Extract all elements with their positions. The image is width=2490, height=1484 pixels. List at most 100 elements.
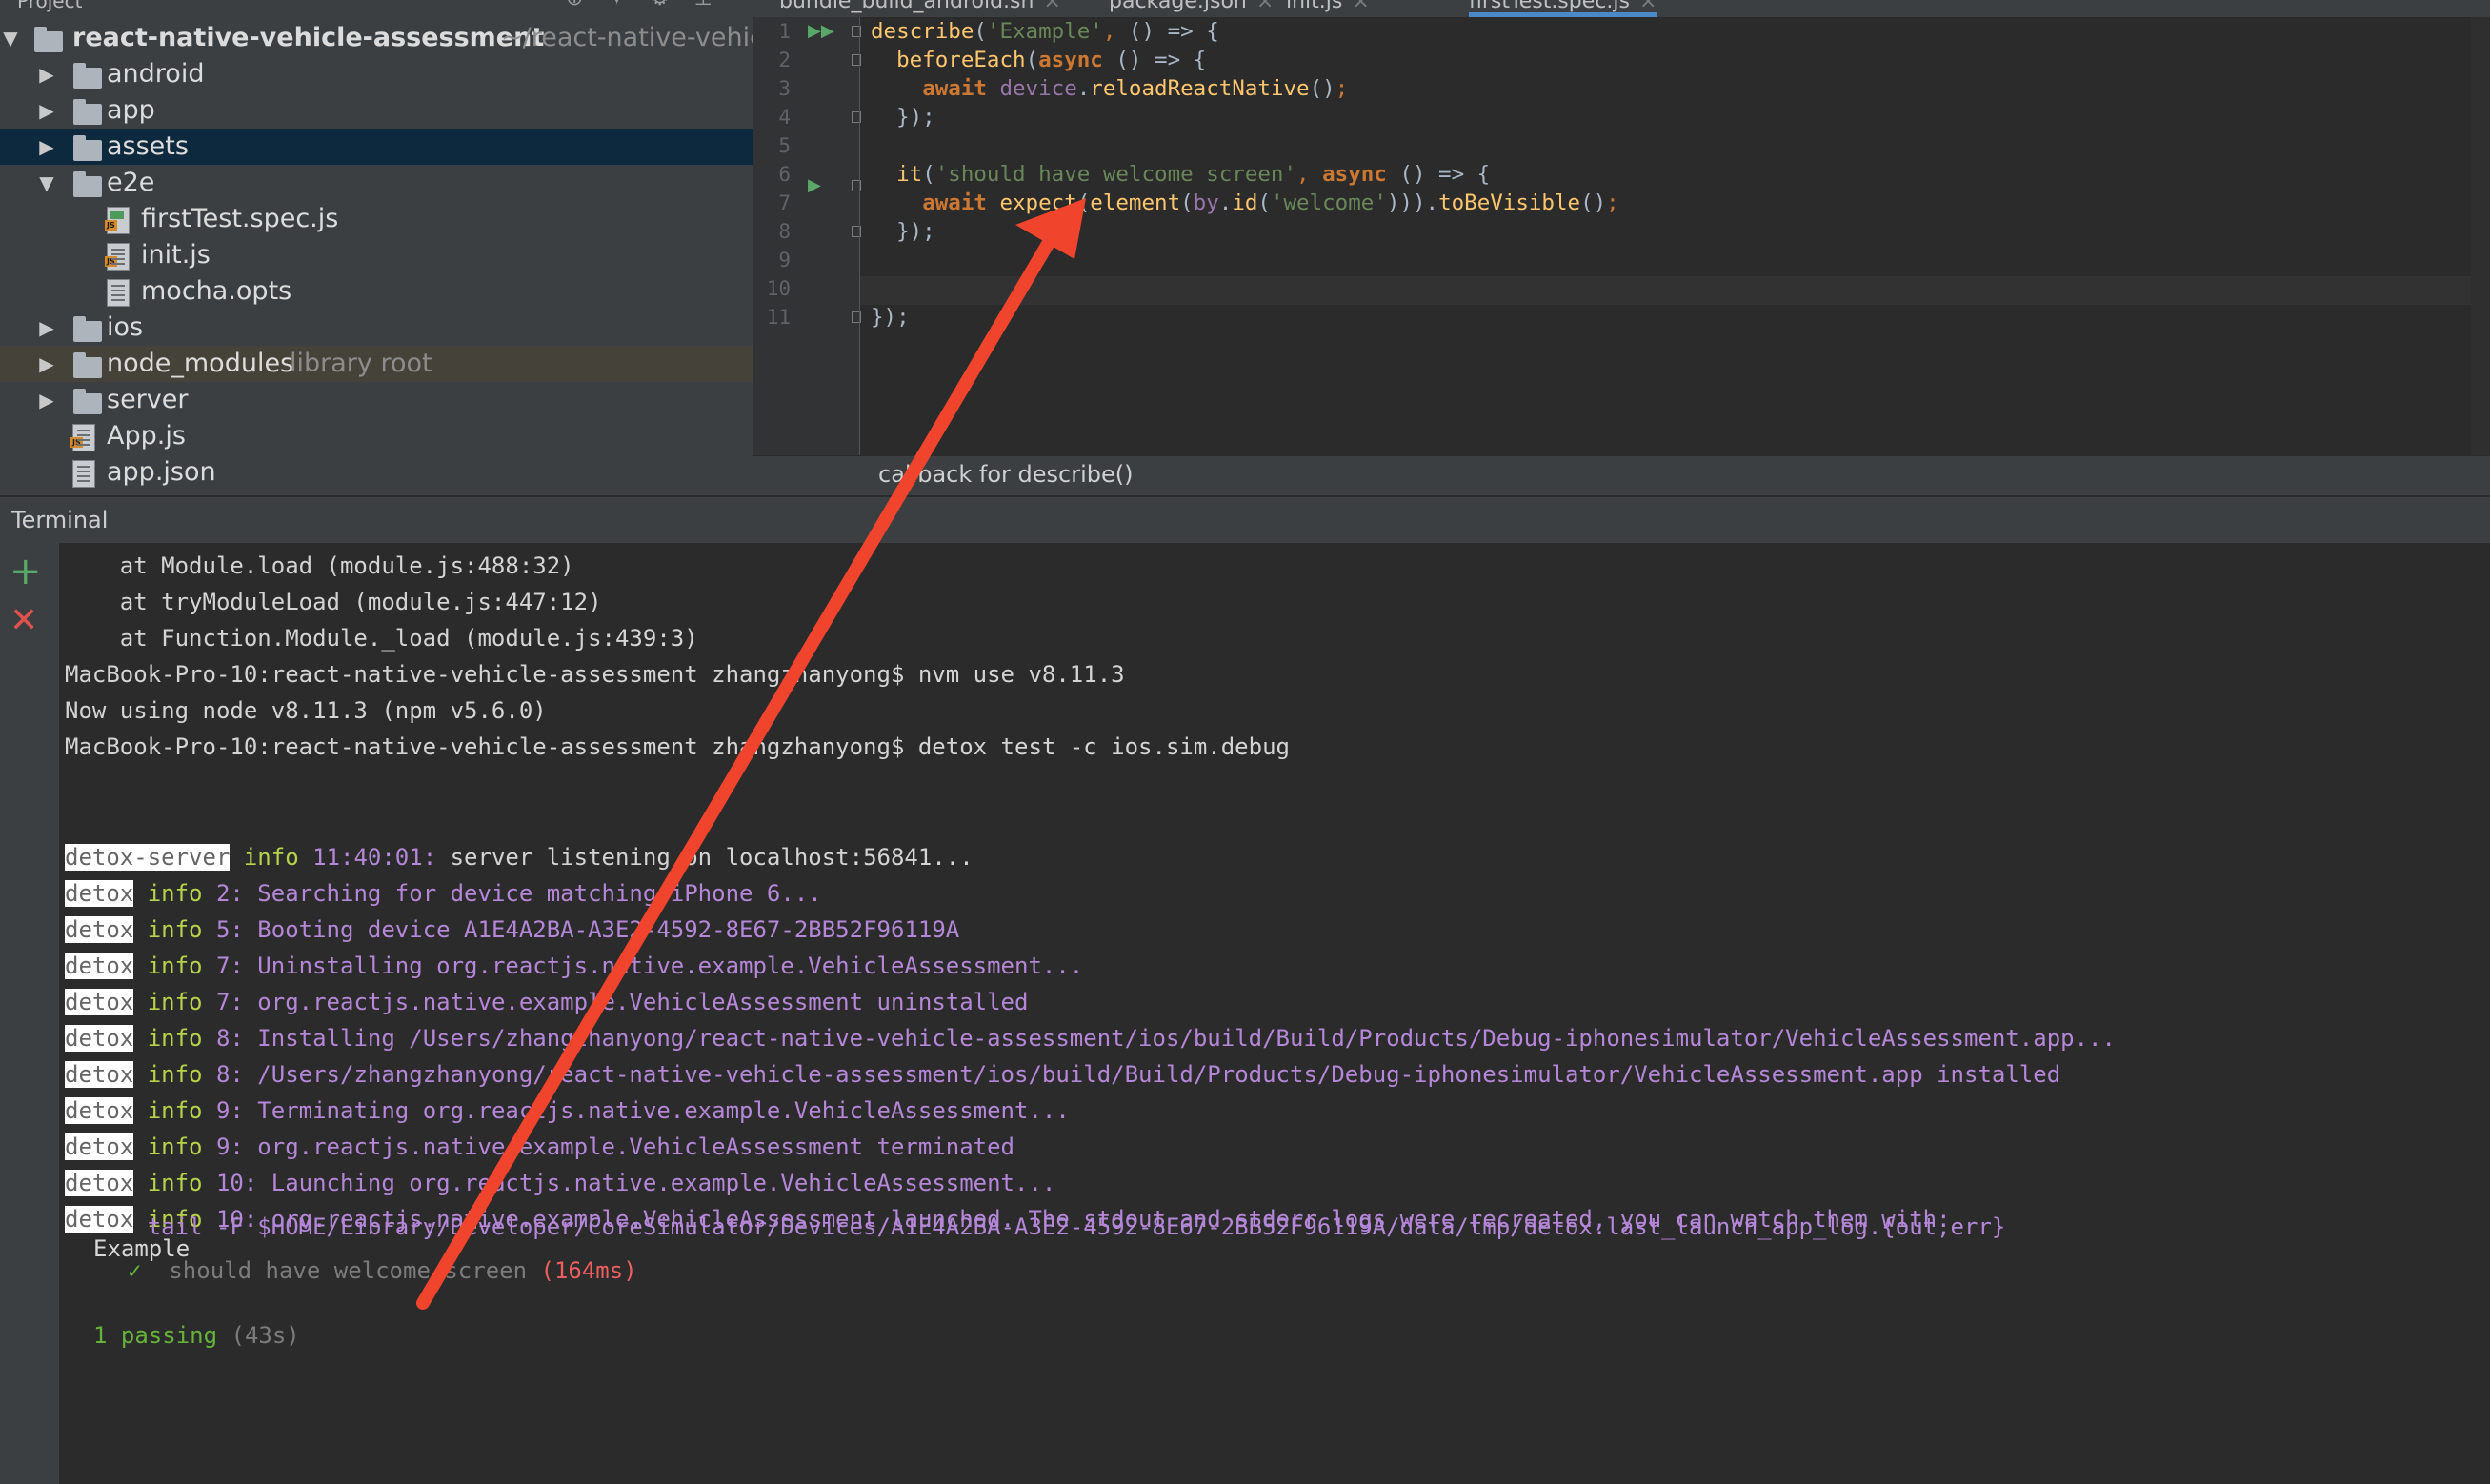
tree-item-mocha-opts[interactable]: mocha.opts [0, 273, 753, 310]
chevron-right-icon[interactable]: ▶ [36, 310, 57, 346]
tree-item-label: ios [107, 312, 144, 342]
editor-scrollbar[interactable] [2471, 17, 2490, 455]
line-number: 10 [766, 277, 791, 300]
chevron-down-icon[interactable]: ▼ [0, 20, 21, 56]
tree-item-label: App.js [107, 421, 186, 451]
tab-bundle-build-android[interactable]: bundle_build_android.sh × [779, 0, 1061, 17]
log-badge: detox [65, 1170, 134, 1196]
log-badge: detox-server [65, 844, 231, 871]
line-number: 9 [778, 249, 791, 271]
js-file-icon: JS [70, 424, 95, 451]
project-header: Project ⊕✦⚙⊥ [0, 0, 753, 13]
test-result-line: ✓ should have welcome screen (164ms) [128, 1257, 637, 1284]
run-all-icon[interactable]: ▶▶ [808, 21, 834, 41]
terminal-title[interactable]: Terminal [11, 507, 108, 533]
tab-package-json[interactable]: package.json × [1109, 0, 1274, 17]
tree-root-name: react-native-vehicle-assessment [72, 23, 545, 52]
chevron-right-icon[interactable]: ▶ [36, 92, 57, 129]
code-line-6: it('should have welcome screen', async (… [896, 162, 1491, 187]
detox-log-line: detox info 9: org.reactjs.native.example… [65, 1133, 1015, 1160]
breadcrumb: callback for describe() [753, 455, 2490, 495]
close-icon[interactable]: × [1639, 0, 1657, 13]
folder-icon [73, 352, 102, 378]
tree-item-e2e[interactable]: ▼ e2e [0, 165, 753, 201]
log-badge: detox [65, 1061, 134, 1088]
line-number: 6 [778, 163, 791, 186]
tail-command-line: tail -F $HOME/Library/Developer/CoreSimu… [65, 1213, 2006, 1240]
editor-gutter: 1 2 3 4 5 6 7 8 9 10 11 ▶▶ ▶ [753, 17, 861, 455]
close-icon[interactable]: × [1352, 0, 1369, 13]
chevron-right-icon[interactable]: ▶ [36, 382, 57, 418]
breadcrumb-text[interactable]: callback for describe() [878, 461, 1134, 488]
caret-line-highlight [860, 276, 2490, 305]
text-file-icon [107, 279, 130, 307]
tree-item-label: server [107, 385, 189, 414]
tree-item-android[interactable]: ▶ android [0, 56, 753, 92]
tree-item-label: node_modules [107, 349, 294, 378]
json-file-icon [72, 460, 95, 488]
tree-item-label: android [107, 59, 205, 89]
detox-log-line: detox info 9: Terminating org.reactjs.na… [65, 1097, 1070, 1124]
line-number: 4 [778, 106, 791, 129]
line-number: 3 [778, 77, 791, 100]
terminal-line: MacBook-Pro-10:react-native-vehicle-asse… [65, 661, 1125, 688]
tree-item-label: e2e [107, 168, 155, 197]
chevron-right-icon[interactable]: ▶ [36, 346, 57, 382]
add-icon[interactable]: + [10, 552, 42, 591]
tree-item-label: app [107, 95, 155, 125]
terminal-output[interactable]: at Module.load (module.js:488:32) at try… [59, 543, 2490, 1484]
chevron-down-icon[interactable]: ▼ [36, 165, 57, 201]
tree-item-server[interactable]: ▶ server [0, 382, 753, 418]
project-toolbar-icons[interactable]: ⊕✦⚙⊥ [566, 0, 737, 10]
tree-root[interactable]: ▼ react-native-vehicle-assessment ~/reac… [0, 20, 753, 56]
folder-icon [73, 316, 102, 342]
terminal-line: MacBook-Pro-10:react-native-vehicle-asse… [65, 733, 1290, 760]
tree-item-app-json[interactable]: app.json [0, 454, 753, 491]
tab-first-test-spec[interactable]: firstTest.spec.js × [1469, 0, 1657, 17]
folder-icon [73, 135, 102, 161]
gutter-divider [859, 17, 860, 455]
tree-item-label: app.json [107, 457, 216, 487]
log-badge: detox [65, 1097, 134, 1124]
project-panel: Project ⊕✦⚙⊥ ▼ react-native-vehicle-asse… [0, 0, 753, 495]
tree-item-app-js[interactable]: JS App.js [0, 418, 753, 454]
chevron-right-icon[interactable]: ▶ [36, 129, 57, 165]
log-badge: detox [65, 989, 134, 1015]
terminal-line: Now using node v8.11.3 (npm v5.6.0) [65, 697, 547, 724]
tree-item-app[interactable]: ▶ app [0, 92, 753, 129]
tab-init-js[interactable]: init.js × [1286, 0, 1370, 17]
tree-item-ios[interactable]: ▶ ios [0, 310, 753, 346]
code-line-8: }); [896, 219, 935, 244]
close-icon[interactable]: × [1043, 0, 1060, 13]
editor-tabs: bundle_build_android.sh × package.json × i… [753, 0, 2490, 17]
detox-log-line: detox info 8: /Users/zhangzhanyong/react… [65, 1061, 2061, 1088]
close-icon[interactable]: × [1256, 0, 1274, 13]
detox-log-line: detox info 7: org.reactjs.native.example… [65, 989, 1029, 1015]
terminal-sidebar: + ✕ [0, 543, 59, 1484]
js-test-file-icon: JS [105, 207, 130, 234]
project-header-label[interactable]: Project [17, 0, 82, 10]
tree-item-label: assets [107, 131, 189, 161]
run-test-icon[interactable]: ▶ [808, 175, 821, 195]
folder-icon [73, 389, 102, 414]
tree-item-first-test-spec[interactable]: JS firstTest.spec.js [0, 201, 753, 237]
detox-log-line: detox info 7: Uninstalling org.reactjs.n… [65, 953, 1084, 979]
log-badge: detox [65, 1133, 134, 1160]
folder-icon [73, 171, 102, 197]
tree-item-assets[interactable]: ▶ assets [0, 129, 753, 165]
code-line-3: await device.reloadReactNative(); [922, 76, 1349, 101]
code-line-1: describe('Example', () => { [871, 19, 1219, 44]
log-badge: detox [65, 916, 134, 943]
close-icon[interactable]: ✕ [10, 602, 38, 640]
code-line-11: }); [871, 305, 910, 330]
tree-item-init-js[interactable]: JS init.js [0, 237, 753, 273]
tree-item-node-modules[interactable]: ▶ node_modules library root [0, 346, 753, 382]
tree-item-label: mocha.opts [141, 276, 292, 306]
line-number: 8 [778, 220, 791, 243]
chevron-right-icon[interactable]: ▶ [36, 56, 57, 92]
code-line-7: await expect(element(by.id('welcome'))).… [922, 191, 1619, 215]
detox-log-line: detox info 8: Installing /Users/zhangzha… [65, 1025, 2116, 1052]
line-number: 2 [778, 49, 791, 71]
log-badge: detox [65, 1025, 134, 1052]
check-icon: ✓ [128, 1257, 142, 1284]
